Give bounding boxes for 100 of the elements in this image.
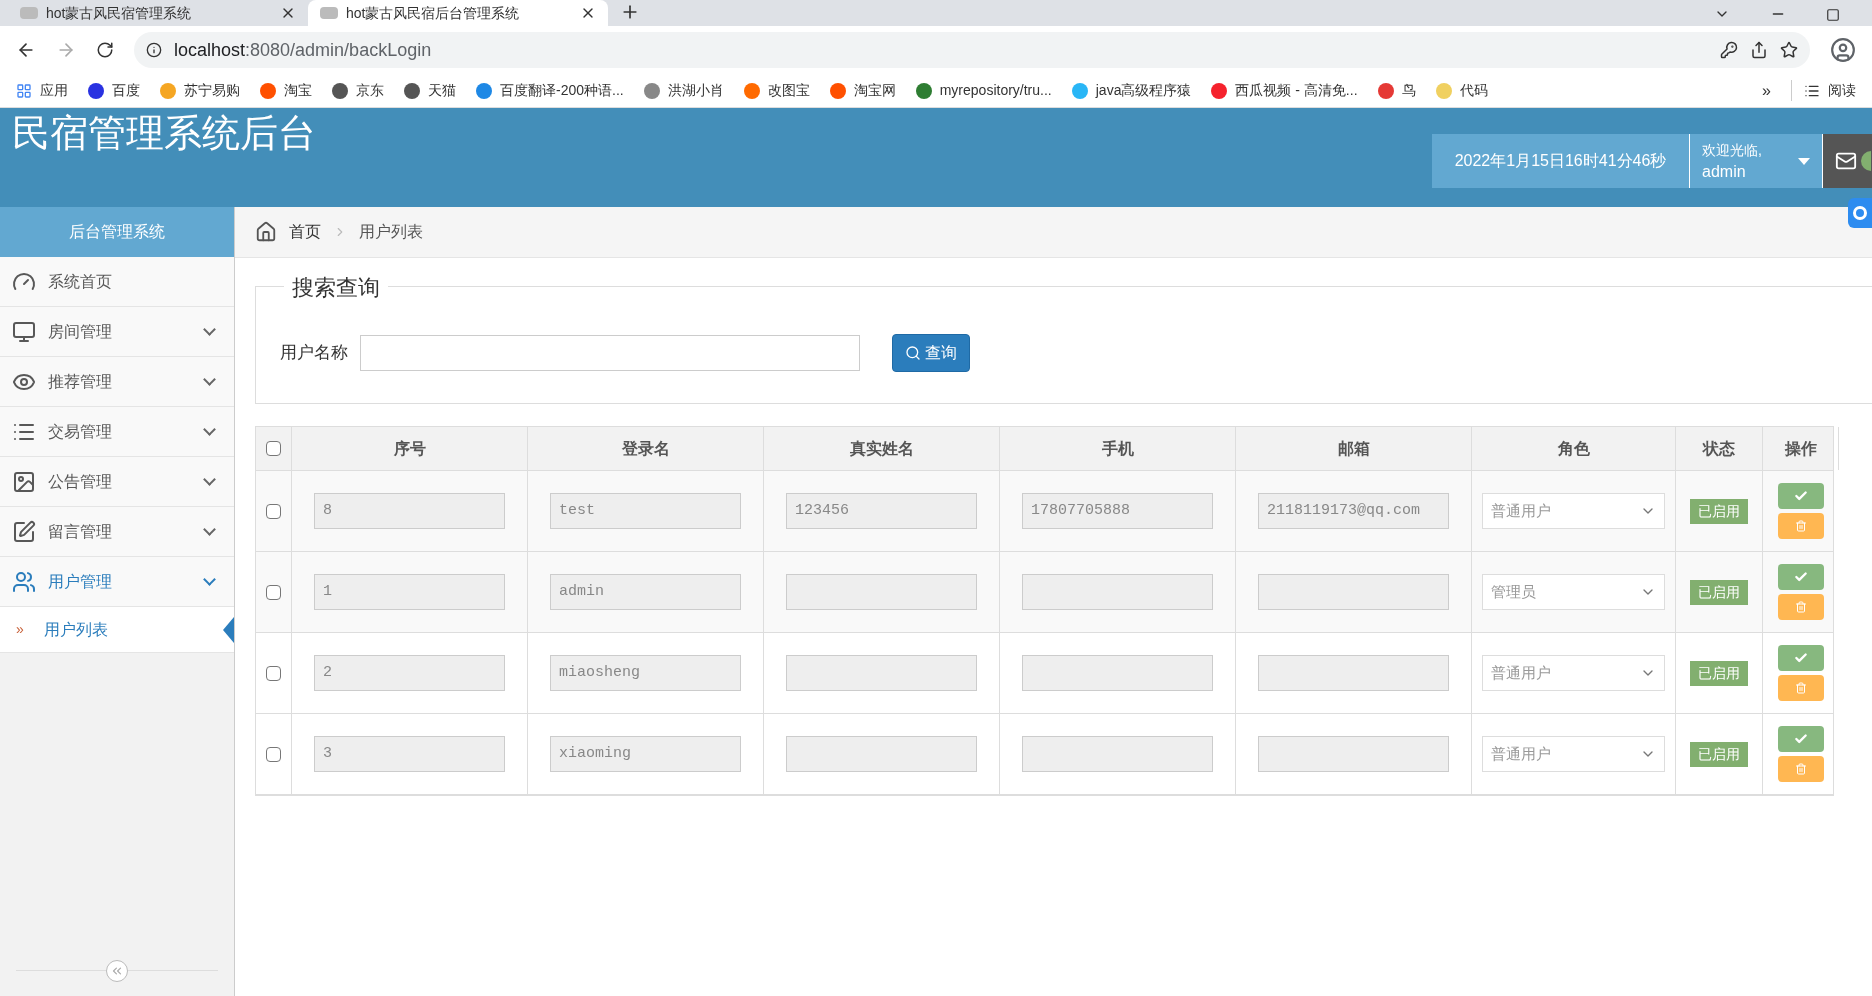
menu-icon xyxy=(12,569,36,594)
browser-tab[interactable]: hot蒙古风民宿后台管理系统 xyxy=(308,0,608,26)
bookmark-icon xyxy=(915,82,932,99)
bookmark-item[interactable]: 淘宝 xyxy=(260,80,312,101)
float-tool-button[interactable] xyxy=(1848,198,1872,228)
tab-title: hot蒙古风民宿后台管理系统 xyxy=(346,3,521,23)
menu-icon xyxy=(12,519,36,544)
check-icon xyxy=(1794,651,1808,665)
row-checkbox[interactable] xyxy=(266,584,281,600)
bookmark-item[interactable]: 鸟 xyxy=(1377,80,1416,101)
readonly-field[interactable] xyxy=(1022,574,1213,610)
readonly-field[interactable] xyxy=(1258,736,1449,772)
datetime-display: 2022年1月15日16时41分46秒 xyxy=(1432,134,1690,188)
apps-icon xyxy=(16,82,32,99)
row-checkbox[interactable] xyxy=(266,746,281,762)
username-input[interactable] xyxy=(360,335,860,371)
enable-button[interactable] xyxy=(1778,726,1824,752)
readonly-field[interactable] xyxy=(786,574,977,610)
address-bar[interactable]: localhost:8080/admin/backLogin xyxy=(134,32,1810,68)
column-header: 序号 xyxy=(292,427,528,470)
search-icon xyxy=(905,345,921,361)
bookmark-star-icon[interactable] xyxy=(1780,41,1798,59)
enable-button[interactable] xyxy=(1778,564,1824,590)
bookmark-icon xyxy=(1211,82,1228,99)
row-checkbox[interactable] xyxy=(266,665,281,681)
delete-button[interactable] xyxy=(1778,756,1824,782)
bookmark-item[interactable]: 百度 xyxy=(88,80,140,101)
trash-icon xyxy=(1795,520,1807,532)
double-chevron-icon: » xyxy=(16,619,24,640)
column-header: 登录名 xyxy=(528,427,764,470)
info-icon xyxy=(146,42,162,58)
column-header: 真实姓名 xyxy=(764,427,1000,470)
bookmark-icon xyxy=(332,82,348,99)
reading-list[interactable]: 阅读 xyxy=(1828,80,1856,101)
bookmark-item[interactable]: myrepository/tru... xyxy=(915,80,1052,101)
sidebar-item[interactable]: 系统首页 xyxy=(0,257,234,307)
bookmark-item[interactable]: 代码 xyxy=(1435,80,1488,101)
trash-icon xyxy=(1795,601,1807,613)
sidebar-item[interactable]: 用户管理 xyxy=(0,557,234,607)
reload-icon[interactable] xyxy=(96,41,114,59)
delete-button[interactable] xyxy=(1778,675,1824,701)
bookmark-item[interactable]: 西瓜视频 - 高清免... xyxy=(1211,80,1358,101)
bookmark-icon xyxy=(1435,82,1452,99)
enable-button[interactable] xyxy=(1778,645,1824,671)
enable-button[interactable] xyxy=(1778,483,1824,509)
bookmark-icon xyxy=(160,82,176,99)
url-text: localhost:8080/admin/backLogin xyxy=(174,38,432,62)
bookmark-item[interactable]: 洪湖小肖 xyxy=(643,80,724,101)
submenu-item[interactable]: » 用户列表 xyxy=(0,607,234,653)
collapse-sidebar-button[interactable] xyxy=(106,960,128,982)
bookmark-icon xyxy=(1377,82,1394,99)
check-icon xyxy=(1794,732,1808,746)
key-icon[interactable] xyxy=(1720,41,1738,59)
bookmark-item[interactable]: 天猫 xyxy=(404,80,456,101)
sidebar-item[interactable]: 推荐管理 xyxy=(0,357,234,407)
select-all-checkbox[interactable] xyxy=(266,441,281,456)
home-icon xyxy=(255,221,277,243)
bookmark-item[interactable]: 应用 xyxy=(16,80,68,101)
readonly-field[interactable] xyxy=(1258,655,1449,691)
status-badge: 已启用 xyxy=(1690,660,1748,686)
more-bookmarks[interactable]: » xyxy=(1762,78,1771,103)
bookmark-item[interactable]: 改图宝 xyxy=(743,80,810,101)
delete-button[interactable] xyxy=(1778,594,1824,620)
menu-icon xyxy=(12,319,36,344)
column-header: 操作 xyxy=(1763,427,1839,470)
bookmark-item[interactable]: java高级程序猿 xyxy=(1071,80,1192,101)
delete-button[interactable] xyxy=(1778,513,1824,539)
restore-icon[interactable] xyxy=(1826,8,1840,22)
column-header: 邮箱 xyxy=(1236,427,1472,470)
trash-icon xyxy=(1795,763,1807,775)
messages-button[interactable] xyxy=(1822,134,1872,188)
bookmark-icon xyxy=(88,82,104,99)
profile-icon[interactable] xyxy=(1830,37,1856,63)
sidebar-item[interactable]: 交易管理 xyxy=(0,407,234,457)
column-header: 角色 xyxy=(1472,427,1676,470)
status-badge: 已启用 xyxy=(1690,498,1748,524)
bookmark-item[interactable]: 淘宝网 xyxy=(829,80,896,101)
bookmark-item[interactable]: 苏宁易购 xyxy=(160,80,240,101)
readonly-field[interactable] xyxy=(1022,655,1213,691)
readonly-field[interactable] xyxy=(1258,574,1449,610)
menu-icon xyxy=(12,469,36,494)
readonly-field[interactable] xyxy=(786,655,977,691)
mail-icon xyxy=(1835,150,1857,172)
readonly-field[interactable] xyxy=(786,736,977,772)
breadcrumb-item[interactable]: 用户列表 xyxy=(359,220,423,244)
breadcrumb-item[interactable]: 首页 xyxy=(289,220,321,244)
bookmark-icon xyxy=(829,82,846,99)
tab-title: hot蒙古风民宿管理系统 xyxy=(46,3,193,23)
sidebar-item[interactable]: 公告管理 xyxy=(0,457,234,507)
system-title: 民宿管理系统后台 xyxy=(12,111,316,156)
bookmark-item[interactable]: 京东 xyxy=(332,80,384,101)
sidebar-item[interactable]: 房间管理 xyxy=(0,307,234,357)
search-button[interactable]: 查询 xyxy=(892,334,970,372)
bookmark-item[interactable]: 百度翻译-200种语... xyxy=(476,80,624,101)
bookmark-icon xyxy=(643,82,660,99)
readonly-field[interactable] xyxy=(1022,736,1213,772)
share-icon[interactable] xyxy=(1750,41,1768,59)
sidebar-item[interactable]: 留言管理 xyxy=(0,507,234,557)
bookmark-icon xyxy=(260,82,276,99)
row-checkbox[interactable] xyxy=(266,503,281,519)
